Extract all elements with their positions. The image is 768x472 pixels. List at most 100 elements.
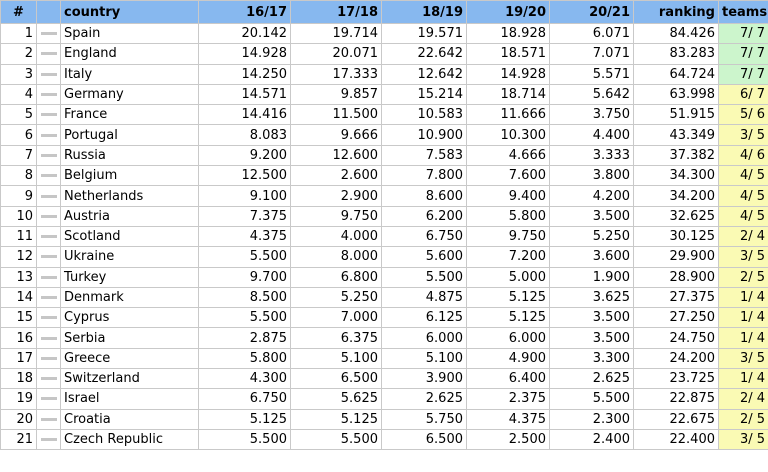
cell-season-19-20: 11.666 bbox=[466, 104, 550, 126]
cell-season-18-19: 6.500 bbox=[381, 428, 467, 451]
table-row[interactable]: 7 Russia 9.200 12.600 7.583 4.666 3.333 37.382 4… bbox=[0, 144, 768, 167]
cell-season-18-19: 12.642 bbox=[381, 63, 467, 85]
dash-icon bbox=[40, 153, 57, 157]
cell-season-20-21: 3.600 bbox=[549, 246, 634, 268]
table-row[interactable]: 9 Netherlands 9.100 2.900 8.600 9.400 4.200 34.… bbox=[0, 185, 768, 207]
cell-position-change bbox=[36, 124, 61, 146]
cell-position-change bbox=[36, 63, 61, 85]
table-row[interactable]: 16 Serbia 2.875 6.375 6.000 6.000 3.500 24.750 1… bbox=[0, 327, 768, 349]
table-row[interactable]: 13 Turkey 9.700 6.800 5.500 5.000 1.900 28.900 2… bbox=[0, 266, 768, 288]
col-header-ranking[interactable]: ranking bbox=[633, 0, 719, 24]
cell-ranking: 22.400 bbox=[633, 428, 719, 451]
cell-season-16-17: 5.125 bbox=[198, 408, 291, 430]
dash-icon bbox=[40, 356, 57, 360]
cell-season-20-21: 3.500 bbox=[549, 205, 634, 227]
cell-teams: 4/ 5 bbox=[718, 185, 768, 207]
cell-season-17-18: 6.375 bbox=[290, 327, 382, 349]
col-header-season-18-19[interactable]: 18/19 bbox=[381, 0, 467, 24]
table-row[interactable]: 15 Cyprus 5.500 7.000 6.125 5.125 3.500 27.250 1… bbox=[0, 307, 768, 329]
cell-position-change bbox=[36, 205, 61, 227]
cell-country: England bbox=[60, 43, 199, 65]
cell-season-19-20: 6.000 bbox=[466, 327, 550, 349]
table-row[interactable]: 6 Portugal 8.083 9.666 10.900 10.300 4.400 43.3… bbox=[0, 124, 768, 146]
cell-country: Greece bbox=[60, 347, 199, 370]
cell-position-change bbox=[36, 43, 61, 65]
cell-position-change bbox=[36, 144, 61, 167]
col-header-season-16-17[interactable]: 16/17 bbox=[198, 0, 291, 24]
cell-season-16-17: 6.750 bbox=[198, 388, 291, 410]
cell-country: Serbia bbox=[60, 327, 199, 349]
table-row[interactable]: 19 Israel 6.750 5.625 2.625 2.375 5.500 22.875 2… bbox=[0, 388, 768, 410]
table-row[interactable]: 3 Italy 14.250 17.333 12.642 14.928 5.571 64.72… bbox=[0, 63, 768, 85]
col-header-rank[interactable]: # bbox=[0, 0, 37, 24]
table-row[interactable]: 21 Czech Republic 5.500 5.500 6.500 2.500 2.40… bbox=[0, 428, 768, 451]
cell-season-17-18: 9.857 bbox=[290, 83, 382, 106]
col-header-country[interactable]: country bbox=[60, 0, 199, 24]
cell-country: Croatia bbox=[60, 408, 199, 430]
cell-season-19-20: 7.200 bbox=[466, 246, 550, 268]
table-row[interactable]: 4 Germany 14.571 9.857 15.214 18.714 5.642 63.9… bbox=[0, 83, 768, 106]
cell-rank: 17 bbox=[0, 347, 37, 370]
cell-season-18-19: 6.200 bbox=[381, 205, 467, 227]
col-header-season-17-18[interactable]: 17/18 bbox=[290, 0, 382, 24]
cell-ranking: 43.349 bbox=[633, 124, 719, 146]
cell-season-17-18: 9.750 bbox=[290, 205, 382, 227]
table-row[interactable]: 12 Ukraine 5.500 8.000 5.600 7.200 3.600 29.900… bbox=[0, 246, 768, 268]
dash-icon bbox=[40, 113, 57, 117]
cell-season-16-17: 12.500 bbox=[198, 165, 291, 187]
cell-season-19-20: 5.800 bbox=[466, 205, 550, 227]
dash-icon bbox=[40, 32, 57, 36]
cell-season-20-21: 5.642 bbox=[549, 83, 634, 106]
table-row[interactable]: 10 Austria 7.375 9.750 6.200 5.800 3.500 32.625… bbox=[0, 205, 768, 227]
cell-rank: 19 bbox=[0, 388, 37, 410]
cell-season-19-20: 2.375 bbox=[466, 388, 550, 410]
cell-teams: 2/ 5 bbox=[718, 266, 768, 288]
table-row[interactable]: 5 France 14.416 11.500 10.583 11.666 3.750 51.9… bbox=[0, 104, 768, 126]
cell-season-20-21: 3.800 bbox=[549, 165, 634, 187]
table-row[interactable]: 14 Denmark 8.500 5.250 4.875 5.125 3.625 27.375… bbox=[0, 286, 768, 309]
cell-season-20-21: 5.571 bbox=[549, 63, 634, 85]
cell-rank: 13 bbox=[0, 266, 37, 288]
col-header-teams[interactable]: teams bbox=[718, 0, 768, 24]
cell-ranking: 30.125 bbox=[633, 225, 719, 248]
cell-rank: 16 bbox=[0, 327, 37, 349]
cell-teams: 2/ 4 bbox=[718, 225, 768, 248]
table-row[interactable]: 11 Scotland 4.375 4.000 6.750 9.750 5.250 30.12… bbox=[0, 225, 768, 248]
dash-icon bbox=[40, 52, 57, 56]
table-row[interactable]: 8 Belgium 12.500 2.600 7.800 7.600 3.800 34.300… bbox=[0, 165, 768, 187]
cell-season-20-21: 5.500 bbox=[549, 388, 634, 410]
cell-rank: 7 bbox=[0, 144, 37, 167]
cell-ranking: 24.200 bbox=[633, 347, 719, 370]
cell-season-18-19: 6.000 bbox=[381, 327, 467, 349]
cell-season-16-17: 4.375 bbox=[198, 225, 291, 248]
table-row[interactable]: 1 Spain 20.142 19.714 19.571 18.928 6.071 84.42… bbox=[0, 22, 768, 45]
cell-season-16-17: 5.500 bbox=[198, 307, 291, 329]
table-row[interactable]: 20 Croatia 5.125 5.125 5.750 4.375 2.300 22.675… bbox=[0, 408, 768, 430]
cell-season-20-21: 3.300 bbox=[549, 347, 634, 370]
cell-season-19-20: 6.400 bbox=[466, 368, 550, 390]
cell-season-19-20: 2.500 bbox=[466, 428, 550, 451]
table-row[interactable]: 18 Switzerland 4.300 6.500 3.900 6.400 2.625 23… bbox=[0, 368, 768, 390]
cell-season-16-17: 9.700 bbox=[198, 266, 291, 288]
cell-position-change bbox=[36, 286, 61, 309]
cell-teams: 3/ 5 bbox=[718, 246, 768, 268]
cell-ranking: 83.283 bbox=[633, 43, 719, 65]
cell-season-18-19: 3.900 bbox=[381, 368, 467, 390]
cell-teams: 1/ 4 bbox=[718, 368, 768, 390]
col-header-season-20-21[interactable]: 20/21 bbox=[549, 0, 634, 24]
table-row[interactable]: 17 Greece 5.800 5.100 5.100 4.900 3.300 24.200 3… bbox=[0, 347, 768, 370]
table-row[interactable]: 2 England 14.928 20.071 22.642 18.571 7.071 83.… bbox=[0, 43, 768, 65]
dash-icon bbox=[40, 235, 57, 239]
cell-season-16-17: 4.300 bbox=[198, 368, 291, 390]
cell-season-16-17: 14.250 bbox=[198, 63, 291, 85]
cell-season-18-19: 5.750 bbox=[381, 408, 467, 430]
cell-rank: 2 bbox=[0, 43, 37, 65]
cell-teams: 7/ 7 bbox=[718, 63, 768, 85]
cell-season-17-18: 20.071 bbox=[290, 43, 382, 65]
cell-season-20-21: 2.300 bbox=[549, 408, 634, 430]
cell-season-20-21: 3.333 bbox=[549, 144, 634, 167]
cell-season-19-20: 18.714 bbox=[466, 83, 550, 106]
col-header-season-19-20[interactable]: 19/20 bbox=[466, 0, 550, 24]
cell-teams: 1/ 4 bbox=[718, 307, 768, 329]
dash-icon bbox=[40, 214, 57, 218]
